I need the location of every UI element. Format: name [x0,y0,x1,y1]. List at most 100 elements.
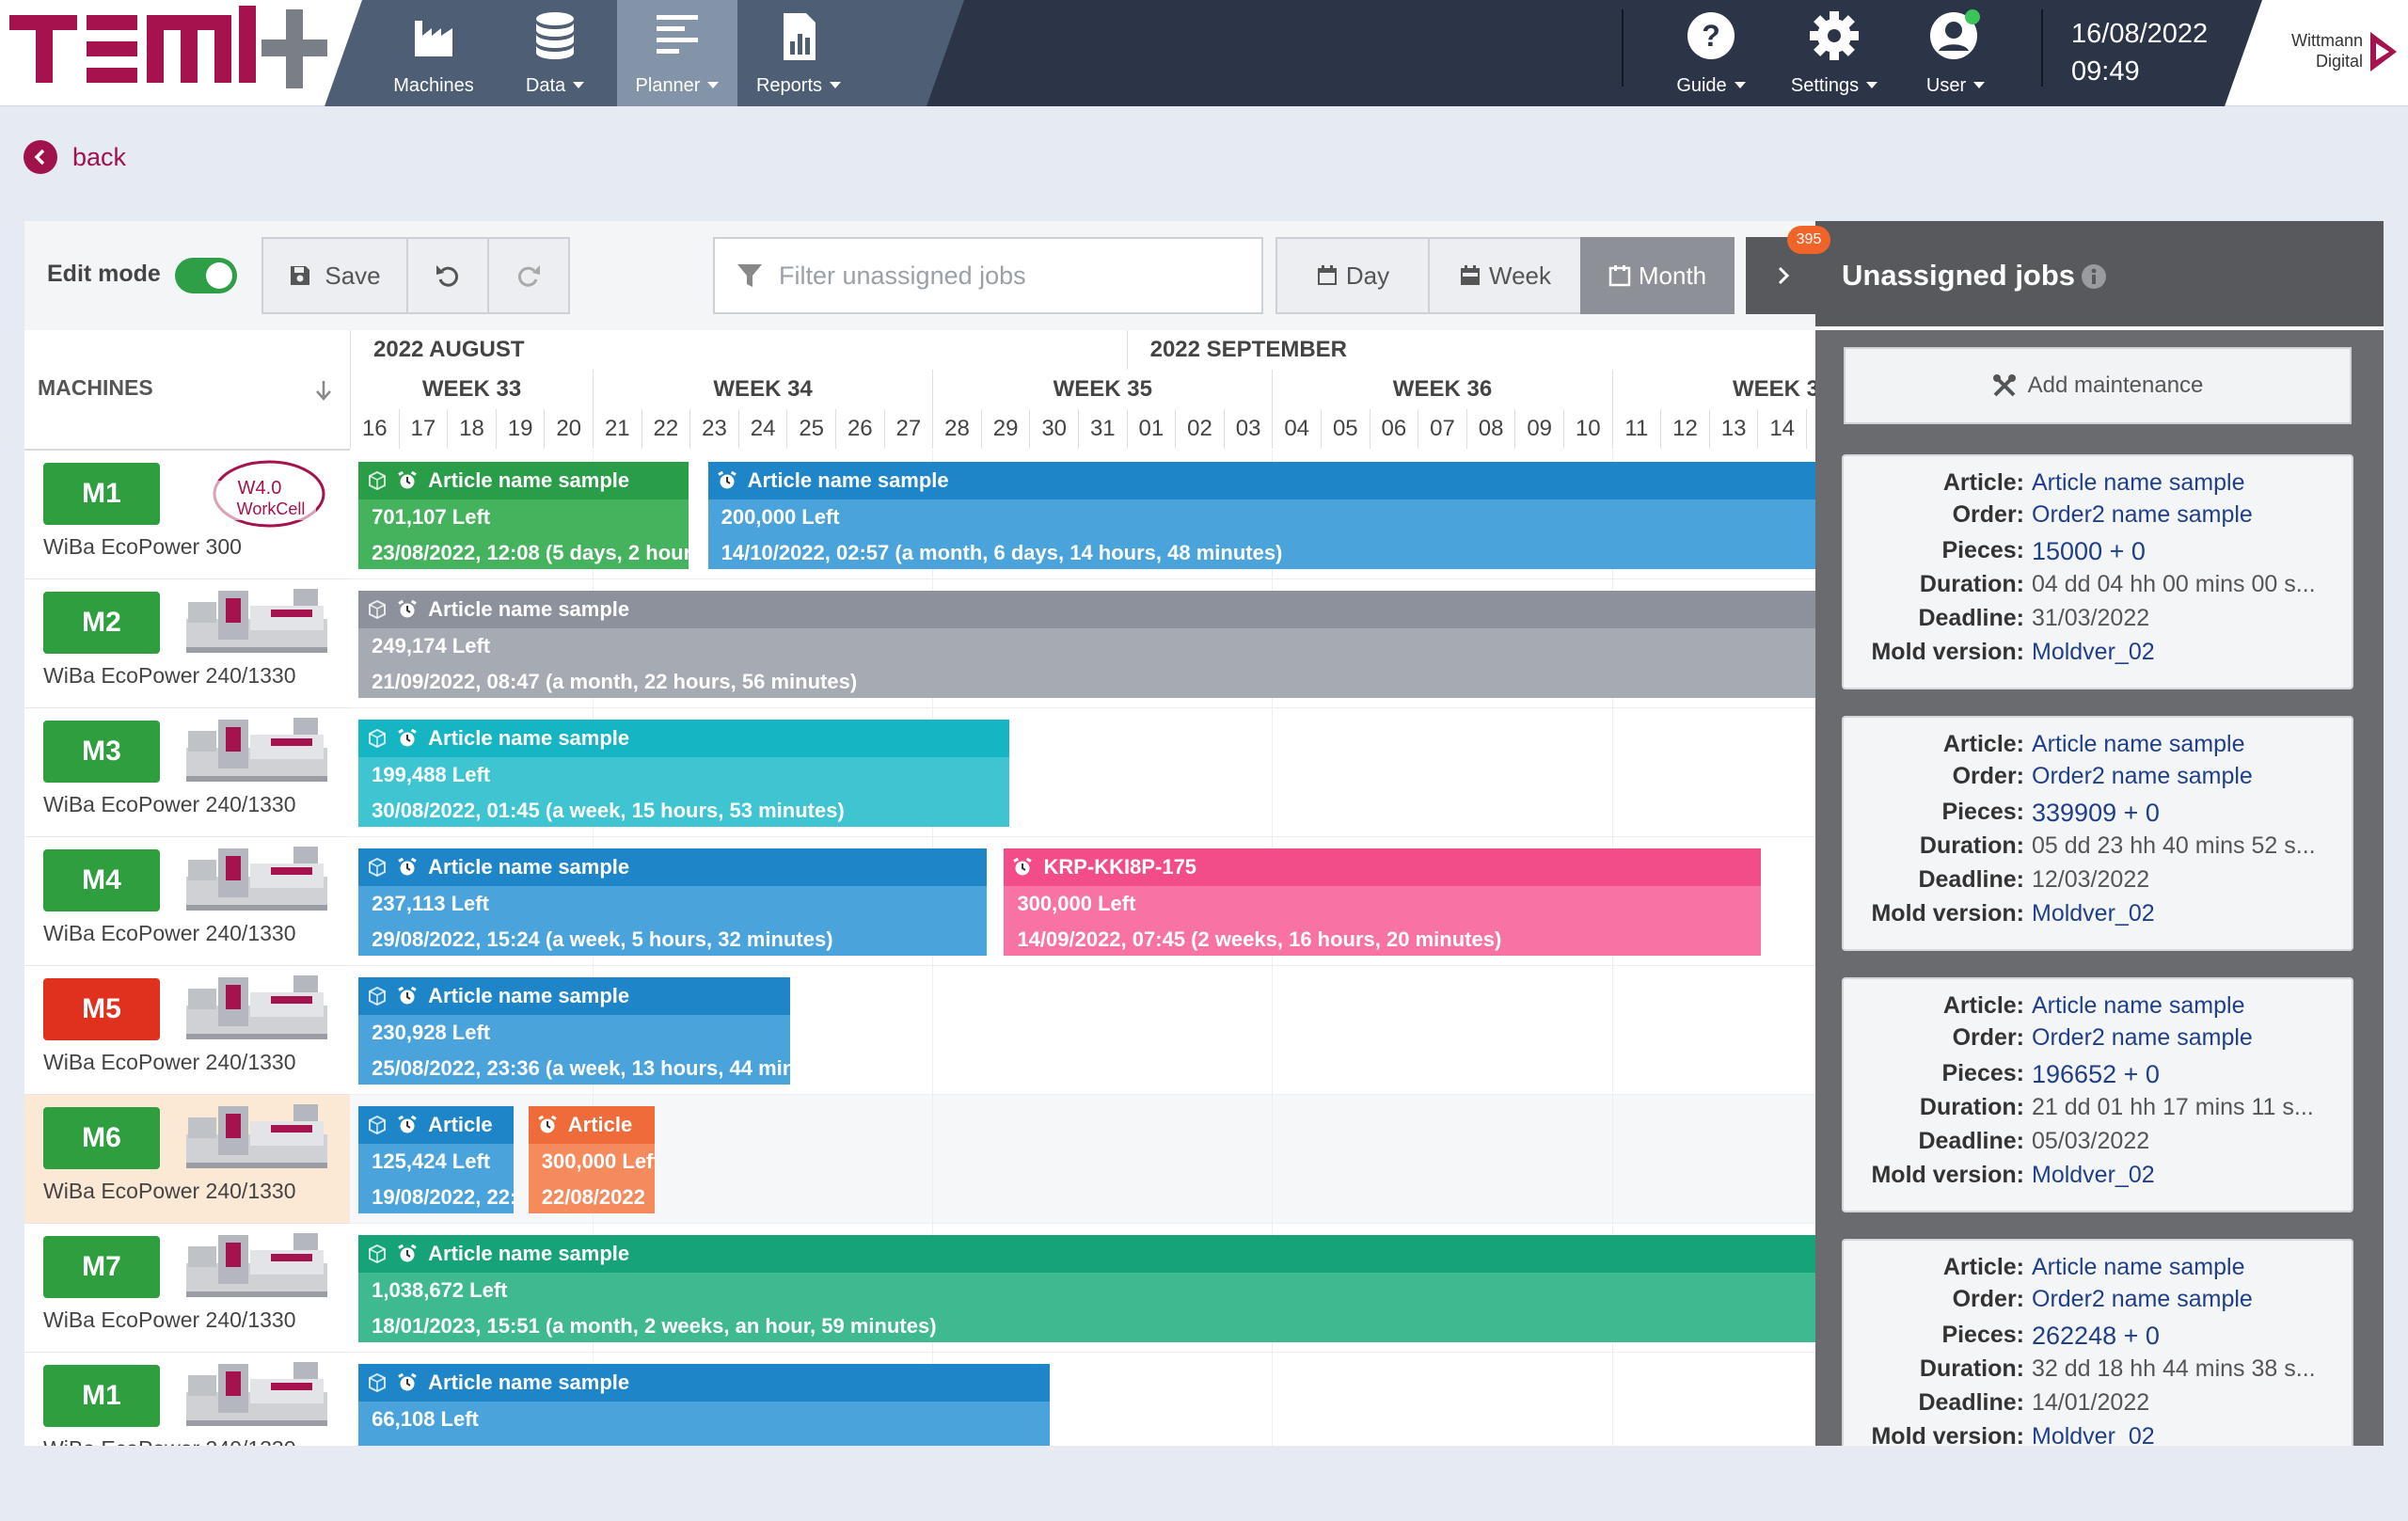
day-header-cell: 13 [1708,409,1758,449]
machine-row[interactable]: M2 WiBa EcoPower 240/1330 [24,579,350,708]
day-header-cell: 20 [544,409,593,449]
machine-status-badge[interactable]: M5 [43,978,160,1040]
job-field-mold: Mold version: Moldver_02 [1871,1423,2155,1446]
back-link[interactable]: back [24,140,126,174]
nav-guide[interactable]: ? Guide [1669,0,1753,106]
month-header-cell: 2022 SEPTEMBER [1126,330,1840,370]
job-end-time: 30/08/2022, 01:45 (a week, 15 hours, 53 … [372,799,845,822]
job-bar[interactable]: Article 125,424 Left 19/08/2022, 22:14 [358,1106,515,1213]
job-field-pieces: Pieces: 196652 + 0 [1941,1060,2160,1088]
day-header-cell: 08 [1465,409,1515,449]
machine-status-badge[interactable]: M7 [43,1236,160,1298]
job-end-time: 14/10/2022, 02:57 (a month, 6 days, 14 h… [721,541,1283,564]
temi-plus-logo[interactable] [9,6,339,90]
machine-status-badge[interactable]: M6 [43,1107,160,1169]
nav-data[interactable]: Data [512,0,598,106]
job-field-duration: Duration: 21 dd 01 hh 17 mins 11 s... [1919,1094,2314,1120]
unassigned-job-card[interactable]: Article: Article name sample Order: Order2 … [1842,977,2353,1212]
user-icon [1930,9,1980,59]
box-icon [369,858,387,877]
tools-icon [1992,374,2016,397]
job-field-article: Article: Article name sample [1942,469,2245,496]
nav-user[interactable]: User [1915,0,1996,106]
redo-button[interactable] [487,237,570,314]
job-bar[interactable]: Article 300,000 Left 22/08/2022 [528,1106,655,1213]
job-field-mold: Mold version: Moldver_02 [1871,639,2155,665]
save-button[interactable]: Save [261,237,408,314]
job-end-time: 25/08/2022, 23:36 (a week, 13 hours, 44 … [372,1056,791,1080]
calendar-icon [1608,265,1631,287]
nav-settings-label: Settings [1790,75,1860,96]
filter-placeholder: Filter unassigned jobs [779,261,1026,290]
nav-planner-label: Planner [635,75,701,96]
machine-row[interactable]: M3 WiBa EcoPower 240/1330 [24,708,350,837]
machine-list: M1 W4.0 WorkCell WiBa EcoPower 300 M2 WiBa Ec… [24,451,350,1446]
job-bar[interactable]: KRP-KKI8P-175 300,000 Left 14/09/2022, 07:… [1004,848,1762,956]
job-bar[interactable]: Article name sample 1,038,672 Left 18/01/2… [358,1235,1834,1342]
filter-icon [737,264,762,287]
chevron-down-icon [1973,81,1986,88]
machine-row[interactable]: M1 WiBa EcoPower 240/1330 [24,1353,350,1446]
machine-row[interactable]: M5 WiBa EcoPower 240/1330 [24,966,350,1095]
alarm-icon [398,600,417,618]
nav-planner[interactable]: Planner [621,0,734,106]
machine-name: WiBa EcoPower 240/1330 [43,663,296,688]
day-header-cell: 04 [1272,409,1321,449]
week-header-cell: WEEK 33 [350,370,593,409]
job-bar[interactable]: Article name sample 200,000 Left 14/10/202… [707,462,1834,569]
sort-down-icon[interactable] [314,379,333,402]
nav-machines-label: Machines [393,75,474,96]
nav-machines[interactable]: Machines [386,0,482,106]
info-icon[interactable] [2081,263,2107,290]
filter-unassigned-jobs-input[interactable]: Filter unassigned jobs [713,237,1263,314]
job-pieces-left: 200,000 Left [721,505,840,529]
day-header-cell: 31 [1078,409,1127,449]
machine-status-badge[interactable]: M2 [43,592,160,654]
machine-status-badge[interactable]: M3 [43,721,160,783]
nav-settings[interactable]: Settings [1783,0,1885,106]
machine-icon [186,1362,327,1426]
machine-name: WiBa EcoPower 240/1330 [43,1179,296,1203]
view-day-button[interactable]: Day [1275,237,1430,314]
unassigned-job-card[interactable]: Article: Article name sample Order: Order2 … [1842,716,2353,951]
nav-reports[interactable]: Reports [747,0,850,106]
workcell-logo-line2: WorkCell [237,499,306,518]
sidebar-header: Unassigned jobs [1815,221,2384,330]
day-header-cell: 24 [737,409,787,449]
job-bar[interactable]: Article name sample 199,488 Left 30/08/202… [358,720,1009,827]
job-pieces-left: 237,113 Left [372,892,489,915]
unassigned-job-card[interactable]: Article: Article name sample Order: Order2 … [1842,454,2353,689]
job-bar[interactable]: Article name sample 237,113 Left 29/08/202… [358,848,988,956]
calendar-icon [1461,265,1480,285]
week-header-cell: WEEK 35 [932,370,1272,409]
machine-row[interactable]: M7 WiBa EcoPower 240/1330 [24,1224,350,1353]
machine-status-badge[interactable]: M4 [43,849,160,911]
machine-status-badge[interactable]: M1 [43,1365,160,1427]
job-field-article: Article: Article name sample [1942,731,2245,757]
job-title: KRP-KKI8P-175 [1043,855,1197,879]
machine-status-badge[interactable]: M1 [43,463,160,525]
edit-mode-toggle[interactable] [175,258,237,293]
job-bar[interactable]: Article name sample 701,107 Left 23/08/202… [358,462,689,569]
week-header-cell: WEEK 37 [1611,370,1840,409]
add-maintenance-button[interactable]: Add maintenance [1844,347,2352,424]
view-month-button[interactable]: Month [1580,237,1735,314]
job-end-time [358,1437,1050,1446]
machine-row[interactable]: M6 WiBa EcoPower 240/1330 [24,1095,350,1224]
unassigned-job-card[interactable]: Article: Article name sample Order: Order2 … [1842,1239,2353,1446]
job-bar[interactable]: Article name sample 66,108 Left [358,1364,1051,1446]
machine-row[interactable]: M1 W4.0 WorkCell WiBa EcoPower 300 [24,451,350,579]
job-bar[interactable]: Article name sample 230,928 Left 25/08/202… [358,977,791,1085]
job-end-time: 14/09/2022, 07:45 (2 weeks, 16 hours, 20… [1017,927,1502,951]
undo-button[interactable] [406,237,489,314]
box-icon [369,729,387,748]
chevron-down-icon [573,81,585,88]
machine-row[interactable]: M4 WiBa EcoPower 240/1330 [24,837,350,966]
view-week-button[interactable]: Week [1428,237,1582,314]
job-end-time: 19/08/2022, 22:14 [372,1185,514,1209]
box-icon [369,987,387,1006]
job-pieces-left: 230,928 Left [372,1021,491,1044]
job-bar[interactable]: Article name sample 249,174 Left 21/09/202… [358,591,1834,698]
job-field-deadline: Deadline: 05/03/2022 [1918,1128,2150,1154]
day-header-cell: 21 [593,409,642,449]
